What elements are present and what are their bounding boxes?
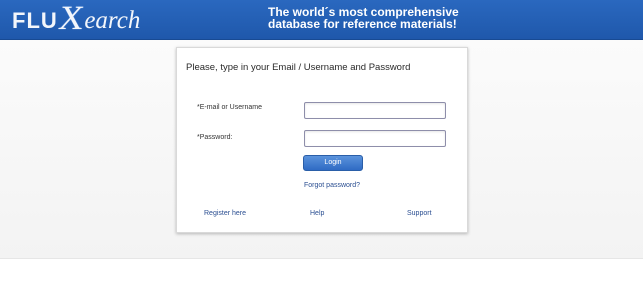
login-panel: Please, type in your Email / Username an… xyxy=(176,47,468,233)
forgot-password-link[interactable]: Forgot password? xyxy=(304,182,360,189)
support-link[interactable]: Support xyxy=(407,210,432,217)
logo-text-x: X xyxy=(56,0,86,37)
email-field[interactable] xyxy=(304,102,446,119)
logo-text-flu: FLU xyxy=(12,8,58,33)
password-field[interactable] xyxy=(304,130,446,147)
password-label: *Password: xyxy=(197,134,233,141)
help-link[interactable]: Help xyxy=(310,210,324,217)
site-header: FLU X earch The world´s most comprehensi… xyxy=(0,0,643,40)
site-tagline: The world´s most comprehensive database … xyxy=(268,6,548,30)
login-button[interactable]: Login xyxy=(303,155,363,171)
tagline-line-2: database for reference materials! xyxy=(268,17,457,31)
logo-text-earch: earch xyxy=(84,7,141,34)
email-label: *E-mail or Username xyxy=(197,104,262,111)
fluxearch-logo[interactable]: FLU X earch xyxy=(12,0,141,37)
register-link[interactable]: Register here xyxy=(204,210,246,217)
login-instructions: Please, type in your Email / Username an… xyxy=(186,62,411,73)
